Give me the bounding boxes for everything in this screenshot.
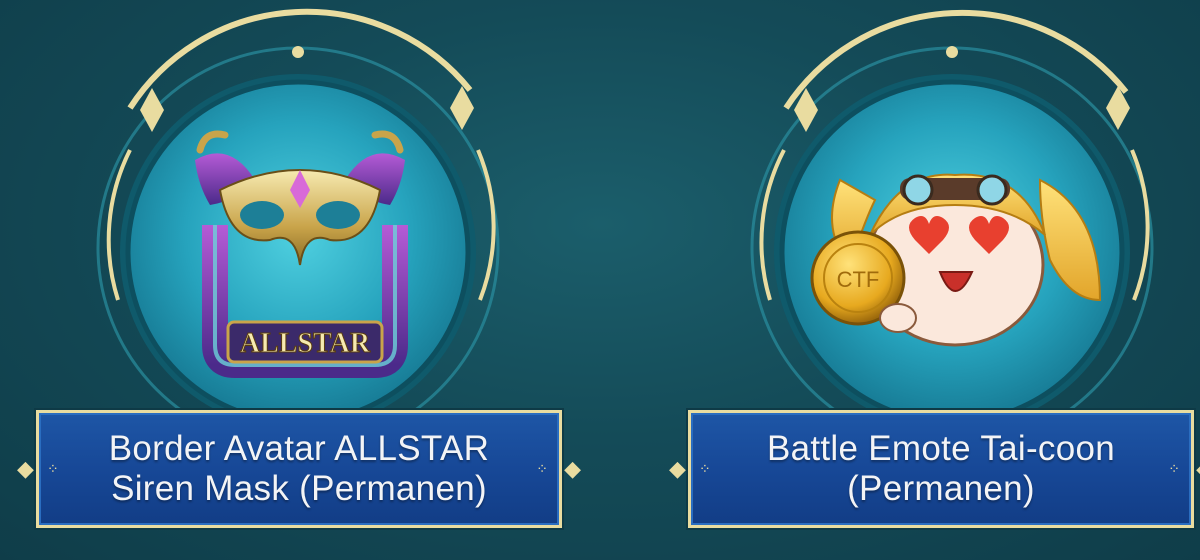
diamond-ornament-icon: ◆ [564,456,581,481]
reward-screen: { "rewards": [ { "id": "border-avatar", … [0,0,1200,560]
diamond-ornament-icon: ◆ [669,456,686,481]
diamond-ornament-icon: ◆ [1196,456,1200,482]
reward-title-plate: ◆ ⁘ Battle Emote Tai-coon (Permanen) ⁘ ◆ [669,410,1200,528]
dots-ornament-icon: ⁘ [47,460,62,477]
dots-ornament-icon: ⁘ [699,460,714,477]
reward-card-border-avatar[interactable]: ALLSTAR ◆ ⁘ Border Avatar ALLSTAR Siren … [0,0,600,560]
dots-ornament-icon: ⁘ [1168,460,1183,477]
reward-title-line2: Siren Mask (Permanen) [111,469,487,508]
reward-card-battle-emote[interactable]: CTF ◆ ⁘ Battle Emote Tai-coon (Permanen)… [600,0,1200,560]
allstar-logo-text: ALLSTAR [240,328,371,359]
reward-medallion: CTF [750,9,1154,430]
reward-title-line2: (Permanen) [847,469,1035,508]
diamond-ornament-icon: ◆ [17,456,34,481]
coin-label-text: CTF [837,267,880,292]
reward-title-line1: Battle Emote Tai-coon [766,429,1116,468]
reward-title-plate: ◆ ⁘ Border Avatar ALLSTAR Siren Mask (Pe… [17,410,581,528]
reward-medallion: ALLSTAR [96,8,500,430]
reward-title-line1: Border Avatar ALLSTAR [108,429,490,468]
dots-ornament-icon: ⁘ [536,460,551,477]
